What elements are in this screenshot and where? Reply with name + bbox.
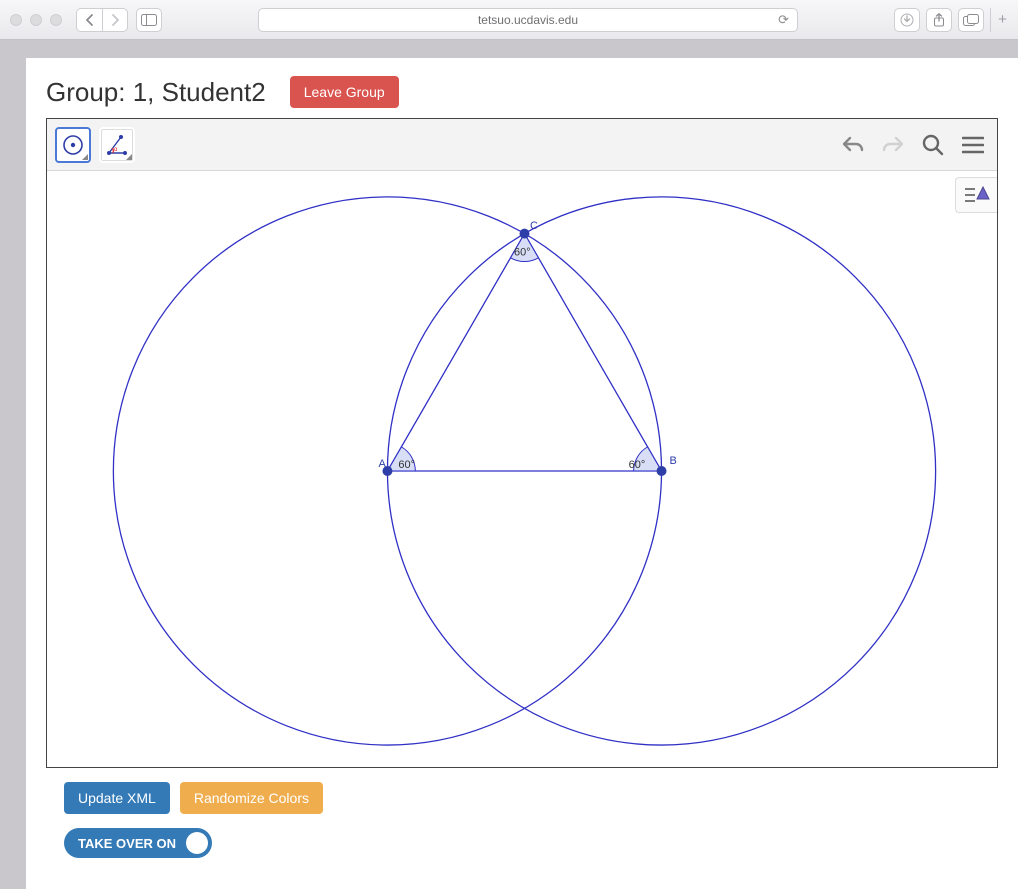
redo-button[interactable] (877, 129, 909, 161)
takeover-label: TAKE OVER ON (78, 836, 176, 851)
zoom-window-dot[interactable] (50, 14, 62, 26)
search-button[interactable] (917, 129, 949, 161)
angle-a-label: 60° (398, 459, 415, 471)
angle-c-label: 60° (514, 247, 531, 259)
new-tab-button[interactable]: + (990, 8, 1008, 32)
circle-point-tool[interactable] (55, 127, 91, 163)
page-title: Group: 1, Student2 (46, 77, 266, 108)
angle-b-label: 60° (629, 459, 646, 471)
toggle-knob (186, 832, 208, 854)
angle-tool[interactable]: α (99, 127, 135, 163)
window-controls (10, 14, 62, 26)
minimize-window-dot[interactable] (30, 14, 42, 26)
tabs-button[interactable] (958, 8, 984, 32)
app-page: Group: 1, Student2 Leave Group (26, 58, 1018, 889)
downloads-button[interactable] (894, 8, 920, 32)
address-bar[interactable]: tetsuo.ucdavis.edu ⟳ (258, 8, 798, 32)
url-text: tetsuo.ucdavis.edu (478, 13, 578, 27)
svg-text:α: α (114, 147, 118, 153)
back-button[interactable] (76, 8, 102, 32)
share-button[interactable] (926, 8, 952, 32)
forward-button[interactable] (102, 8, 128, 32)
randomize-colors-button[interactable]: Randomize Colors (180, 782, 323, 814)
reload-icon[interactable]: ⟳ (778, 12, 789, 28)
nav-back-forward (76, 8, 128, 32)
browser-toolbar: tetsuo.ucdavis.edu ⟳ + (0, 0, 1018, 40)
takeover-toggle[interactable]: TAKE OVER ON (64, 828, 212, 858)
sidebar-button[interactable] (136, 8, 162, 32)
leave-group-button[interactable]: Leave Group (290, 76, 399, 108)
geometry-canvas[interactable]: A 60° B 60° C 60° (47, 171, 997, 767)
menu-button[interactable] (957, 129, 989, 161)
point-a-label: A (378, 458, 386, 470)
undo-button[interactable] (837, 129, 869, 161)
point-c-label: C (530, 220, 538, 232)
point-b-label: B (670, 455, 677, 467)
applet-toolbar: α (47, 119, 997, 171)
geogebra-applet: α (46, 118, 998, 768)
update-xml-button[interactable]: Update XML (64, 782, 170, 814)
close-window-dot[interactable] (10, 14, 22, 26)
